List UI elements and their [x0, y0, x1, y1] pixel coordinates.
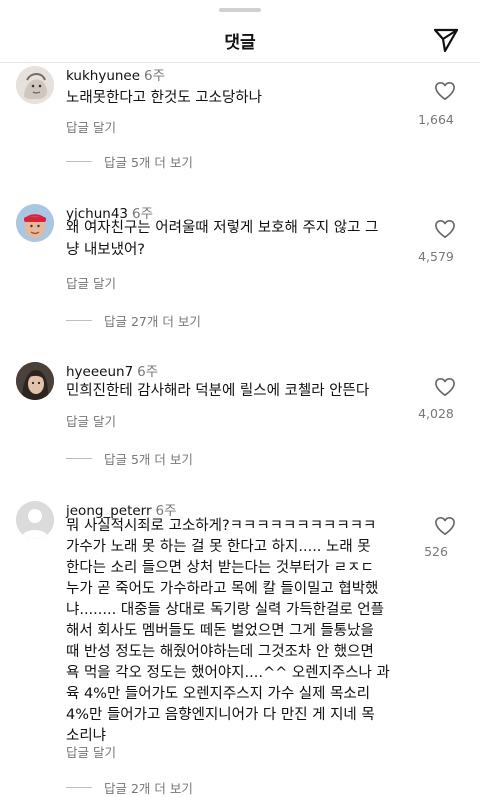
comment-text: 민희진한테 감사해라 덕분에 릴스에 코첼라 안뜬다 [66, 383, 370, 399]
comment-text: 뭐 사실적시죄로 고소하게?ㅋㅋㅋㅋㅋㅋㅋㅋㅋㅋㅋ 가수가 노래 못 하는 걸 … [66, 518, 390, 744]
avatar[interactable] [16, 204, 54, 242]
comment-item: yjchun43 6주 왜 여자친구는 어려울때 저렇게 보호해 주지 않고 그 … [0, 200, 480, 330]
reply-button[interactable]: 답글 달기 [66, 273, 116, 292]
view-more-replies-button[interactable]: 답글 5개 더 보기 [66, 152, 193, 171]
like-count: 526 [424, 544, 448, 559]
divider-line [66, 458, 92, 459]
reply-button[interactable]: 답글 달기 [66, 411, 116, 430]
view-more-replies-button[interactable]: 답글 2개 더 보기 [66, 778, 193, 797]
comments-header: 댓글 [0, 18, 480, 60]
timestamp: 6주 [144, 68, 166, 84]
like-count: 4,028 [418, 406, 454, 421]
view-more-replies-label: 답글 27개 더 보기 [104, 314, 201, 329]
divider-line [66, 161, 92, 162]
comment-item: jeong_peterr 6주 뭐 사실적시죄로 고소하게?ㅋㅋㅋㅋㅋㅋㅋㅋㅋㅋㅋ… [0, 497, 480, 796]
avatar[interactable] [16, 501, 54, 539]
username[interactable]: kukhyunee [66, 68, 140, 84]
sheet-grab-handle[interactable] [219, 8, 261, 12]
divider-line [66, 320, 92, 321]
paper-plane-icon[interactable] [432, 26, 460, 54]
comment-meta: kukhyunee 6주 [66, 64, 165, 84]
like-count: 4,579 [418, 249, 454, 264]
reply-button[interactable]: 답글 달기 [66, 742, 116, 761]
view-more-replies-button[interactable]: 답글 5개 더 보기 [66, 449, 193, 468]
comment-item: hyeeeun7 6주 민희진한테 감사해라 덕분에 릴스에 코첼라 안뜬다 답글… [0, 358, 480, 468]
comment-meta: hyeeeun7 6주 [66, 360, 158, 380]
avatar[interactable] [16, 362, 54, 400]
comment-item: kukhyunee 6주 노래못한다고 한것도 고소당하나 답글 달기 1,664… [0, 62, 480, 170]
view-more-replies-label: 답글 5개 더 보기 [104, 155, 193, 170]
heart-outline-icon[interactable] [434, 81, 456, 101]
heart-outline-icon[interactable] [434, 377, 456, 397]
comment-text: 왜 여자친구는 어려울때 저렇게 보호해 주지 않고 그 냥 내보냈어? [66, 220, 379, 258]
avatar[interactable] [16, 66, 54, 104]
divider-line [66, 787, 92, 788]
username[interactable]: hyeeeun7 [66, 364, 133, 380]
view-more-replies-label: 답글 2개 더 보기 [104, 781, 193, 796]
heart-outline-icon[interactable] [434, 516, 456, 536]
view-more-replies-button[interactable]: 답글 27개 더 보기 [66, 311, 201, 330]
like-count: 1,664 [418, 112, 454, 127]
reply-button[interactable]: 답글 달기 [66, 117, 116, 136]
view-more-replies-label: 답글 5개 더 보기 [104, 452, 193, 467]
comment-text: 노래못한다고 한것도 고소당하나 [66, 90, 262, 106]
page-title: 댓글 [224, 33, 256, 53]
timestamp: 6주 [137, 364, 159, 380]
heart-outline-icon[interactable] [434, 219, 456, 239]
